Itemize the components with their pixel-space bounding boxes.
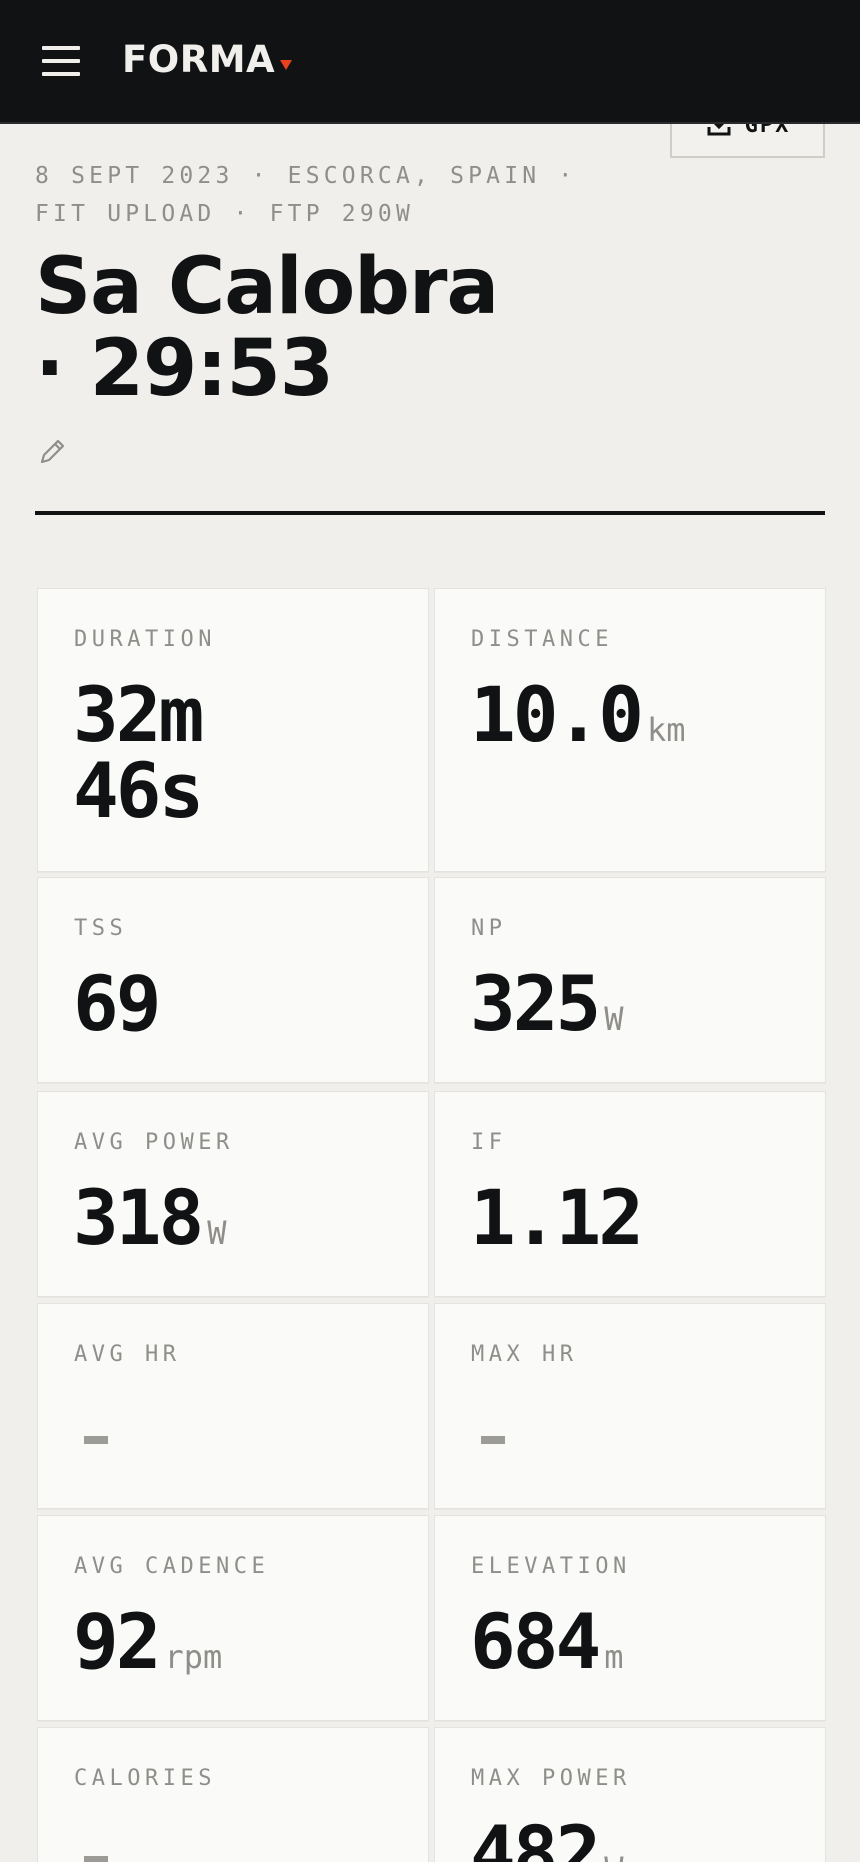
- hamburger-menu-icon[interactable]: [38, 40, 84, 82]
- stat-card-max-hr: MAX HR: [434, 1303, 826, 1509]
- stat-label: AVG POWER: [74, 1130, 234, 1155]
- stat-label: NP: [471, 916, 507, 941]
- stat-unit: m: [604, 1638, 624, 1676]
- app-header: FORMA: [0, 0, 860, 124]
- stat-number: 92: [73, 1597, 161, 1686]
- stat-card-distance: DISTANCE 10.0 km: [434, 588, 826, 872]
- stat-unit: W: [207, 1214, 227, 1252]
- stat-value: 92 rpm: [73, 1604, 222, 1695]
- stat-number: 325: [470, 959, 601, 1048]
- stat-label: DISTANCE: [471, 627, 613, 652]
- stat-label: TSS: [74, 916, 128, 941]
- stat-label: CALORIES: [74, 1766, 216, 1791]
- activity-title: Sa Calobra · 29:53: [35, 246, 795, 410]
- stat-empty-dash: [481, 1436, 505, 1444]
- stat-label: IF: [471, 1130, 507, 1155]
- stat-value: 10.0 km: [470, 677, 686, 768]
- stat-value: 69: [73, 966, 161, 1042]
- header-divider: [35, 511, 825, 515]
- stat-number: 69: [73, 959, 161, 1048]
- stat-value: 32m 46s: [73, 670, 204, 835]
- stat-label: ELEVATION: [471, 1554, 631, 1579]
- stat-card-elevation: ELEVATION 684 m: [434, 1515, 826, 1721]
- activity-meta: 8 SEPT 2023 · ESCORCA, SPAIN · FIT UPLOA…: [35, 157, 635, 233]
- stat-label: MAX HR: [471, 1342, 578, 1367]
- stat-empty-dash: [84, 1436, 108, 1444]
- activity-meta-line-2: FIT UPLOAD · FTP 290W: [35, 201, 414, 227]
- stat-value: 684 m: [470, 1604, 624, 1695]
- brand-accent-triangle-icon: [280, 60, 293, 70]
- stat-value: 325 W: [470, 966, 624, 1057]
- stat-number: 684: [470, 1597, 601, 1686]
- stat-card-avg-cadence: AVG CADENCE 92 rpm: [37, 1515, 429, 1721]
- stat-number: 10.0: [470, 670, 644, 759]
- stat-card-avg-hr: AVG HR: [37, 1303, 429, 1509]
- stat-unit: W: [604, 1000, 624, 1038]
- brand-logo[interactable]: FORMA: [122, 38, 293, 81]
- stat-unit: km: [647, 711, 686, 749]
- activity-meta-line-1: 8 SEPT 2023 · ESCORCA, SPAIN ·: [35, 163, 577, 189]
- stat-unit: W: [604, 1850, 623, 1862]
- stat-label: DURATION: [74, 627, 216, 652]
- stat-card-avg-power: AVG POWER 318 W: [37, 1091, 429, 1297]
- duration-minutes: 32m: [73, 670, 204, 759]
- stat-label: AVG HR: [74, 1342, 181, 1367]
- stat-value: 318 W: [73, 1180, 227, 1271]
- pencil-icon[interactable]: [36, 436, 68, 468]
- duration-seconds: 46s: [73, 746, 204, 835]
- activity-title-line-1: Sa Calobra: [35, 242, 499, 332]
- stat-label: MAX POWER: [471, 1766, 631, 1791]
- stat-card-np: NP 325 W: [434, 877, 826, 1083]
- stat-number: 318: [73, 1173, 204, 1262]
- stat-value: 482W: [470, 1816, 624, 1862]
- stat-unit: rpm: [164, 1638, 223, 1676]
- stat-label: AVG CADENCE: [74, 1554, 270, 1579]
- stat-card-max-power: MAX POWER 482W: [434, 1727, 826, 1862]
- stat-card-duration: DURATION 32m 46s: [37, 588, 429, 872]
- stat-card-if: IF 1.12: [434, 1091, 826, 1297]
- stat-card-calories: CALORIES: [37, 1727, 429, 1862]
- stat-number: 1.12: [470, 1173, 644, 1262]
- activity-title-line-2: · 29:53: [35, 324, 334, 414]
- brand-name: FORMA: [122, 38, 276, 81]
- stat-card-tss: TSS 69: [37, 877, 429, 1083]
- stat-value: 1.12: [470, 1180, 644, 1256]
- stat-empty-dash: [84, 1856, 108, 1862]
- stat-number: 482: [470, 1809, 601, 1862]
